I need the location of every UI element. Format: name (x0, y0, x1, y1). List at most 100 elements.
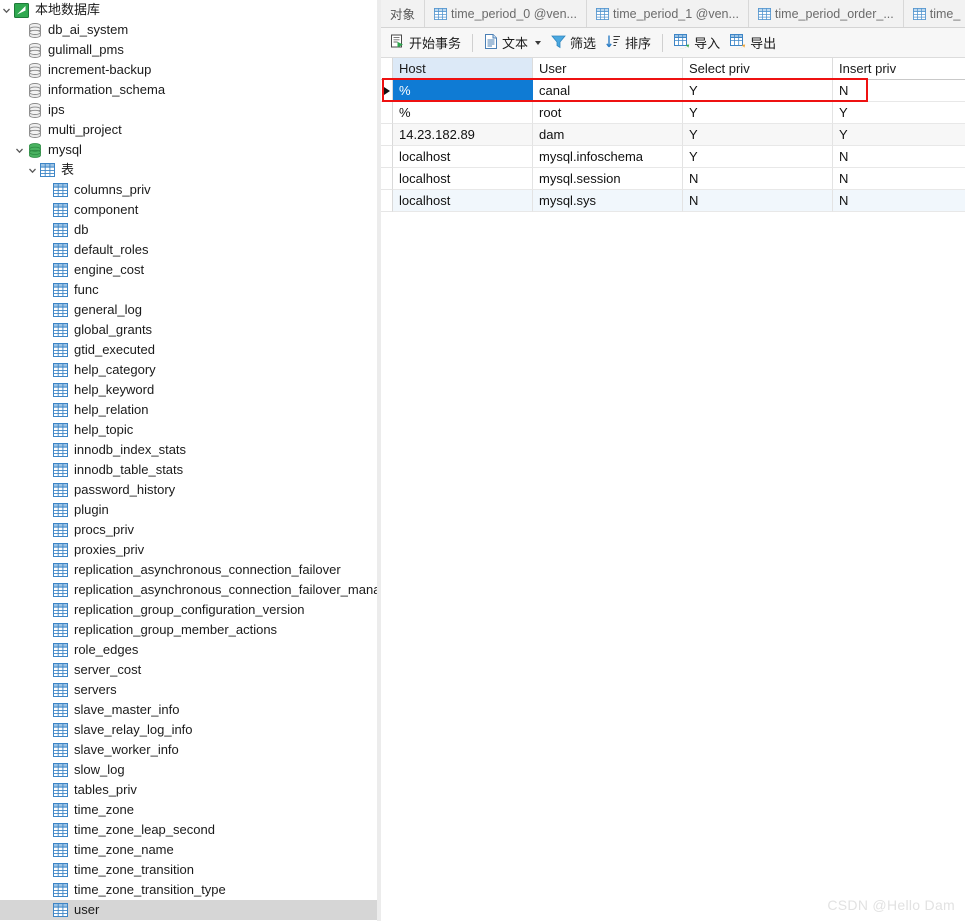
tree-item-table[interactable]: server_cost (0, 660, 377, 680)
grid-column-header-select_priv[interactable]: Select priv (683, 58, 833, 80)
tree-item-table[interactable]: servers (0, 680, 377, 700)
table-row[interactable]: localhost mysql.sys N N (381, 190, 965, 212)
grid-cell-user[interactable]: canal (533, 80, 683, 102)
grid-cell-host[interactable]: % (393, 80, 533, 102)
grid-cell-select_priv[interactable]: Y (683, 146, 833, 168)
grid-row-header[interactable] (381, 168, 393, 190)
grid-cell-host[interactable]: localhost (393, 168, 533, 190)
grid-cell-insert_priv[interactable]: N (833, 80, 965, 102)
tree-item-table[interactable]: time_zone_transition_type (0, 880, 377, 900)
tree-item-table[interactable]: help_topic (0, 420, 377, 440)
grid-cell-host[interactable]: 14.23.182.89 (393, 124, 533, 146)
tree-item-table[interactable]: user (0, 900, 377, 920)
tree-item-table[interactable]: help_category (0, 360, 377, 380)
result-grid[interactable]: Host User Select priv Insert priv% canal Y N% r… (381, 58, 965, 212)
grid-cell-select_priv[interactable]: N (683, 168, 833, 190)
table-row[interactable]: localhost mysql.session N N (381, 168, 965, 190)
grid-column-header-user[interactable]: User (533, 58, 683, 80)
tree-item-table[interactable]: replication_asynchronous_connection_fail… (0, 560, 377, 580)
tree-item-table[interactable]: time_zone_name (0, 840, 377, 860)
chevron-down-icon[interactable] (0, 0, 13, 20)
grid-cell-select_priv[interactable]: Y (683, 124, 833, 146)
export-button[interactable]: 导出 (725, 31, 781, 55)
tree-item-database-mysql[interactable]: mysql (0, 140, 377, 160)
chevron-down-icon[interactable] (13, 140, 26, 160)
grid-cell-user[interactable]: mysql.infoschema (533, 146, 683, 168)
import-button[interactable]: 导入 (669, 31, 725, 55)
tree-item-database[interactable]: increment-backup (0, 60, 377, 80)
grid-cell-host[interactable]: localhost (393, 146, 533, 168)
table-row[interactable]: % root Y Y (381, 102, 965, 124)
tree-item-table[interactable]: tables_priv (0, 780, 377, 800)
tree-item-table[interactable]: time_zone_transition (0, 860, 377, 880)
tree-item-table[interactable]: slave_master_info (0, 700, 377, 720)
tree-item-table[interactable]: password_history (0, 480, 377, 500)
grid-column-header-insert_priv[interactable]: Insert priv (833, 58, 965, 80)
tree-item-tables-folder[interactable]: 表 (0, 160, 377, 180)
tree-item-table[interactable]: plugin (0, 500, 377, 520)
grid-cell-host[interactable]: localhost (393, 190, 533, 212)
tree-item-table[interactable]: time_zone_leap_second (0, 820, 377, 840)
editor-tab[interactable]: time_period_1 @ven... (586, 0, 749, 27)
grid-toolbar[interactable]: 开始事务 文本 筛选 排序 导入 导出 (381, 28, 965, 58)
tree-item-table[interactable]: innodb_table_stats (0, 460, 377, 480)
chevron-down-icon[interactable] (26, 160, 39, 180)
tree-item-table[interactable]: columns_priv (0, 180, 377, 200)
tree-item-table[interactable]: global_grants (0, 320, 377, 340)
tree-item-database[interactable]: gulimall_pms (0, 40, 377, 60)
grid-cell-user[interactable]: root (533, 102, 683, 124)
tree-item-table[interactable]: default_roles (0, 240, 377, 260)
editor-tab[interactable]: time_ (903, 0, 965, 27)
table-row[interactable]: 14.23.182.89 dam Y Y (381, 124, 965, 146)
tree-item-table[interactable]: innodb_index_stats (0, 440, 377, 460)
grid-cell-user[interactable]: mysql.sys (533, 190, 683, 212)
grid-cell-user[interactable]: dam (533, 124, 683, 146)
tree-item-database[interactable]: db_ai_system (0, 20, 377, 40)
editor-tab-bar[interactable]: 对象 time_period_0 @ven... time_period_1 @… (381, 0, 965, 28)
tree-item-connection-root[interactable]: 本地数据库 (0, 0, 377, 20)
tree-item-table[interactable]: component (0, 200, 377, 220)
tree-item-database[interactable]: multi_project (0, 120, 377, 140)
grid-cell-select_priv[interactable]: Y (683, 80, 833, 102)
grid-cell-user[interactable]: mysql.session (533, 168, 683, 190)
grid-cell-insert_priv[interactable]: N (833, 190, 965, 212)
editor-tab[interactable]: time_period_order_... (748, 0, 904, 27)
tree-item-table[interactable]: gtid_executed (0, 340, 377, 360)
grid-row-header[interactable] (381, 102, 393, 124)
tree-item-table[interactable]: procs_priv (0, 520, 377, 540)
sort-button[interactable]: 排序 (601, 31, 656, 55)
table-row[interactable]: localhost mysql.infoschema Y N (381, 146, 965, 168)
tree-item-table[interactable]: slow_log (0, 760, 377, 780)
tree-item-database[interactable]: information_schema (0, 80, 377, 100)
grid-cell-select_priv[interactable]: N (683, 190, 833, 212)
tree-item-table[interactable]: engine_cost (0, 260, 377, 280)
text-view-button[interactable]: 文本 (479, 31, 546, 55)
tree-item-table[interactable]: help_relation (0, 400, 377, 420)
table-row[interactable]: % canal Y N (381, 80, 965, 102)
tree-item-table[interactable]: db (0, 220, 377, 240)
tree-item-table[interactable]: role_edges (0, 640, 377, 660)
tree-item-table[interactable]: func (0, 280, 377, 300)
tree-item-table[interactable]: replication_group_configuration_version (0, 600, 377, 620)
tree-item-table[interactable]: general_log (0, 300, 377, 320)
grid-cell-insert_priv[interactable]: Y (833, 102, 965, 124)
grid-cell-insert_priv[interactable]: Y (833, 124, 965, 146)
chevron-down-icon[interactable] (535, 40, 542, 45)
object-tree-sidebar[interactable]: 本地数据库 db_ai_system gulimall_pms incremen… (0, 0, 377, 921)
grid-cell-select_priv[interactable]: Y (683, 102, 833, 124)
tree-item-table[interactable]: replication_asynchronous_connection_fail… (0, 580, 377, 600)
tree-item-table[interactable]: replication_group_member_actions (0, 620, 377, 640)
tree-item-database[interactable]: ips (0, 100, 377, 120)
editor-tab[interactable]: time_period_0 @ven... (425, 0, 587, 27)
tree-item-table[interactable]: slave_worker_info (0, 740, 377, 760)
filter-button[interactable]: 筛选 (546, 31, 601, 55)
grid-cell-insert_priv[interactable]: N (833, 146, 965, 168)
grid-row-header[interactable] (381, 146, 393, 168)
grid-column-header-host[interactable]: Host (393, 58, 533, 80)
grid-cell-insert_priv[interactable]: N (833, 168, 965, 190)
tree-item-table[interactable]: help_keyword (0, 380, 377, 400)
tree-item-table[interactable]: proxies_priv (0, 540, 377, 560)
tree-item-table[interactable]: time_zone (0, 800, 377, 820)
grid-row-header[interactable] (381, 80, 393, 102)
grid-row-header[interactable] (381, 124, 393, 146)
